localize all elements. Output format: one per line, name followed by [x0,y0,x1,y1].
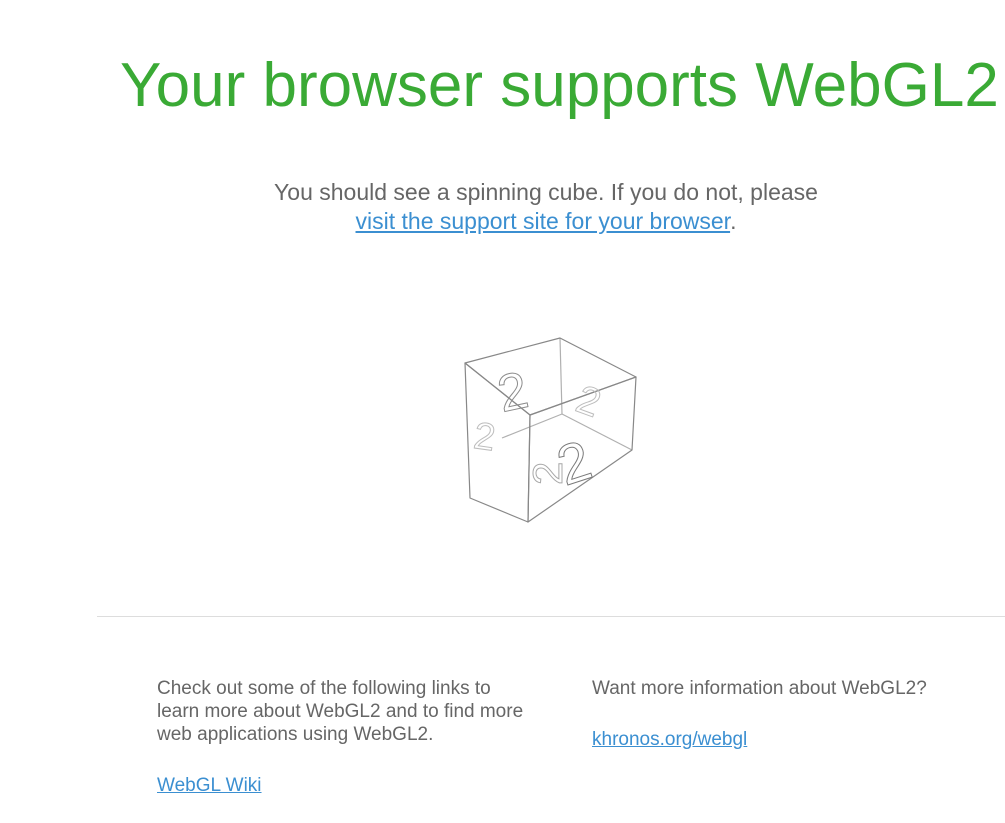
right-info-column: Want more information about WebGL2? khro… [592,677,972,751]
spinning-cube-canvas: 2 2 2 2 2 [450,330,650,530]
cube-icon: 2 2 2 2 2 [464,337,637,523]
cube-glyph-left: 2 [471,415,498,460]
section-divider [97,616,1005,617]
intro-text: You should see a spinning cube. If you d… [274,179,818,205]
webgl-wiki-link[interactable]: WebGL Wiki [157,775,262,796]
page-title: Your browser supports WebGL2 [120,51,999,120]
intro-trailing-period: . [730,208,737,234]
khronos-webgl-link[interactable]: khronos.org/webgl [592,729,747,750]
page: Your browser supports WebGL2 You should … [0,0,1005,823]
support-site-link[interactable]: visit the support site for your browser [356,208,731,234]
left-info-column: Check out some of the following links to… [157,677,527,797]
intro-paragraph: You should see a spinning cube. If you d… [196,178,896,236]
right-info-text: Want more information about WebGL2? [592,678,927,699]
cube-glyph-bottom: 2 [524,462,571,485]
cube-glyph-right: 2 [571,377,607,426]
left-info-text: Check out some of the following links to… [157,678,524,745]
cube-glyph-top: 2 [493,361,533,424]
